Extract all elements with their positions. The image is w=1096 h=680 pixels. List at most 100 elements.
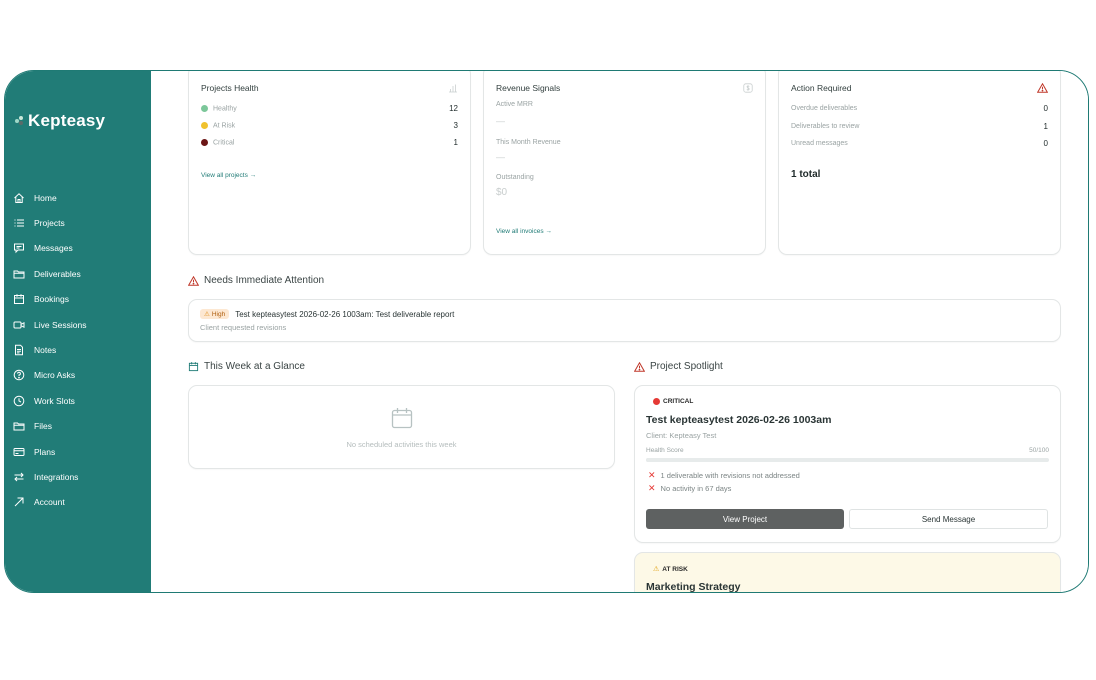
sidebar-item-label: Notes	[34, 345, 57, 356]
active-mrr-label: Active MRR	[496, 101, 533, 108]
sidebar-item-deliverables[interactable]: Deliverables	[5, 261, 151, 286]
week-section-title: This Week at a Glance	[188, 361, 305, 372]
sidebar-item-notes[interactable]: Notes	[5, 337, 151, 362]
project-name: Test kepteasytest 2026-02-26 1003am	[646, 414, 832, 426]
attention-item-subtitle: Client requested revisions	[200, 323, 287, 332]
projects-health-card: Projects Health Healthy 12 At Risk 3 Cri…	[188, 71, 471, 255]
warning-triangle-icon	[1037, 83, 1048, 93]
view-all-invoices-link[interactable]: View all invoices →	[496, 228, 552, 235]
issue-row: ✕ 1 deliverable with revisions not addre…	[648, 470, 800, 481]
sidebar-item-messages[interactable]: Messages	[5, 236, 151, 261]
card-title: Revenue Signals	[496, 83, 561, 93]
sidebar-item-label: Plans	[34, 446, 56, 457]
x-icon: ✕	[648, 483, 656, 493]
bar-chart-icon	[449, 84, 457, 93]
sidebar-item-bookings[interactable]: Bookings	[5, 287, 151, 312]
action-label: Overdue deliverables	[791, 105, 858, 113]
sidebar-item-label: Integrations	[34, 471, 79, 482]
note-icon	[15, 344, 23, 356]
issue-text: No activity in 67 days	[660, 484, 732, 493]
action-row: Deliverables to review 1	[791, 118, 1048, 136]
health-score-label: Health Score	[646, 447, 684, 454]
video-icon	[13, 321, 25, 329]
action-count: 0	[1043, 104, 1048, 114]
sidebar-item-label: Work Slots	[34, 395, 75, 406]
sidebar-item-label: Account	[34, 497, 65, 508]
sidebar-item-label: Home	[34, 192, 57, 203]
warning-icon: ⚠	[204, 311, 210, 318]
action-label: Deliverables to review	[791, 122, 860, 130]
health-score-bar	[646, 458, 1049, 462]
health-label: Critical	[213, 139, 235, 147]
week-empty-text: No scheduled activities this week	[346, 440, 457, 449]
section-title-text: Project Spotlight	[650, 361, 723, 372]
sidebar-item-home[interactable]: Home	[5, 185, 151, 210]
attention-item[interactable]: ⚠ High Test kepteasytest 2026-02-26 1003…	[188, 299, 1061, 342]
app-window: Kepteasy Home Projects Messages Delivera…	[4, 70, 1089, 593]
sidebar-item-integrations[interactable]: Integrations	[5, 464, 151, 489]
outstanding-label: Outstanding	[496, 174, 534, 181]
sidebar-item-projects[interactable]: Projects	[5, 210, 151, 235]
status-dot	[201, 138, 208, 146]
attention-item-title: Test kepteasytest 2026-02-26 1003am: Tes…	[235, 309, 455, 319]
action-required-card: Action Required Overdue deliverables 0 D…	[778, 71, 1061, 255]
sidebar-nav: Home Projects Messages Deliverables Book…	[5, 185, 151, 515]
action-count: 1	[1043, 121, 1048, 131]
sidebar-item-micro-asks[interactable]: Micro Asks	[5, 363, 151, 388]
spotlight-section-title: Project Spotlight	[634, 361, 723, 372]
folder-icon	[13, 422, 25, 431]
project-name: Marketing Strategy	[646, 581, 741, 592]
brand-logo[interactable]: Kepteasy	[15, 111, 105, 131]
message-icon	[14, 243, 24, 254]
issue-row: ✕ No activity in 67 days	[648, 483, 731, 494]
spotlight-card-critical: CRITICAL Test kepteasytest 2026-02-26 10…	[634, 385, 1061, 543]
outstanding-value: $0	[496, 187, 508, 198]
critical-dot	[653, 398, 660, 405]
warning-icon: ⚠	[653, 566, 660, 573]
sidebar-item-live-sessions[interactable]: Live Sessions	[5, 312, 151, 337]
sidebar-item-work-slots[interactable]: Work Slots	[5, 388, 151, 413]
sidebar: Kepteasy Home Projects Messages Delivera…	[5, 71, 151, 592]
sidebar-item-label: Files	[34, 421, 52, 432]
health-score-value: 50/100	[1029, 447, 1049, 454]
project-client: Client: Kepteasy Test	[646, 431, 717, 440]
sidebar-item-label: Deliverables	[34, 268, 81, 279]
health-score-fill	[646, 458, 848, 462]
home-icon	[14, 192, 24, 203]
card-title: Projects Health	[201, 83, 259, 93]
sidebar-item-label: Micro Asks	[34, 370, 76, 381]
week-card: No scheduled activities this week	[188, 385, 615, 469]
health-row-at-risk: At Risk 3	[201, 117, 458, 134]
send-message-button[interactable]: Send Message	[849, 509, 1048, 529]
health-row-healthy: Healthy 12	[201, 100, 458, 117]
folder-icon	[13, 270, 25, 279]
action-row: Overdue deliverables 0	[791, 100, 1048, 118]
empty-calendar-icon	[391, 408, 413, 429]
action-total: 1 total	[791, 169, 821, 180]
warning-triangle-icon	[634, 361, 645, 372]
card-icon	[13, 447, 25, 456]
sidebar-item-plans[interactable]: Plans	[5, 439, 151, 464]
dollar-icon	[743, 83, 753, 93]
active-mrr-value: —	[496, 116, 505, 126]
status-label: AT RISK	[662, 565, 688, 573]
status-dot	[201, 121, 208, 129]
list-icon	[14, 219, 24, 227]
sidebar-item-files[interactable]: Files	[5, 414, 151, 439]
section-title-text: Needs Immediate Attention	[204, 275, 325, 286]
health-label: At Risk	[213, 122, 236, 130]
view-all-projects-link[interactable]: View all projects →	[201, 172, 256, 179]
health-count: 1	[453, 138, 458, 147]
sidebar-item-label: Live Sessions	[34, 319, 87, 330]
arrows-icon	[14, 472, 24, 482]
badge-text: High	[211, 310, 226, 318]
issue-text: 1 deliverable with revisions not address…	[660, 471, 800, 480]
sidebar-item-label: Projects	[34, 218, 65, 229]
view-project-button[interactable]: View Project	[646, 509, 844, 529]
warning-triangle-icon	[188, 275, 199, 286]
help-circle-icon	[13, 370, 25, 381]
status-dot	[201, 104, 208, 112]
clock-icon	[13, 395, 25, 407]
action-row: Unread messages 0	[791, 135, 1048, 153]
sidebar-item-account[interactable]: Account	[5, 490, 151, 515]
